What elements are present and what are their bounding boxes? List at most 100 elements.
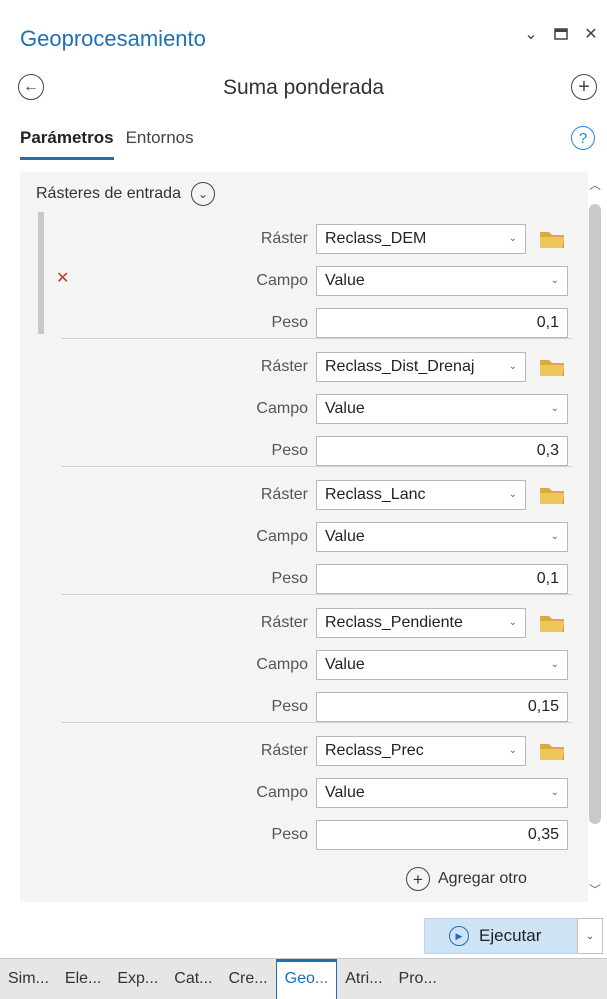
group-label: Rásteres de entrada <box>36 185 181 202</box>
raster-label: Ráster <box>260 358 308 375</box>
raster-dropdown[interactable]: Reclass_Pendiente ⌄ <box>316 608 526 638</box>
pane-title-bar: Geoprocesamiento ⌄ ✕ <box>0 0 607 70</box>
group-header[interactable]: Rásteres de entrada ⌄ <box>36 182 215 206</box>
chevron-down-icon: ⌄ <box>550 787 559 798</box>
add-other-button[interactable]: + Agregar otro <box>406 867 527 891</box>
chevron-down-icon: ⌄ <box>508 361 517 372</box>
add-other-label: Agregar otro <box>438 870 527 887</box>
folder-browse-icon[interactable] <box>538 612 566 634</box>
collapse-chevron-icon[interactable]: ⌄ <box>190 182 215 206</box>
raster-value: Reclass_DEM <box>325 230 427 247</box>
campo-dropdown[interactable]: Value ⌄ <box>316 522 568 552</box>
active-row-indicator <box>38 212 44 334</box>
peso-input[interactable]: 0,1 <box>316 564 568 594</box>
peso-label: Peso <box>271 314 308 331</box>
row-separator <box>62 466 572 467</box>
campo-value: Value <box>325 400 365 417</box>
raster-dropdown[interactable]: Reclass_DEM ⌄ <box>316 224 526 254</box>
campo-value: Value <box>325 272 365 289</box>
folder-browse-icon[interactable] <box>538 484 566 506</box>
bottom-tab[interactable]: Exp... <box>109 959 166 999</box>
maximize-icon[interactable] <box>553 26 569 42</box>
raster-value: Reclass_Lanc <box>325 486 426 503</box>
add-icon[interactable]: + <box>571 74 597 100</box>
chevron-down-icon: ⌄ <box>550 275 559 286</box>
peso-value: 0,1 <box>536 570 559 587</box>
row-separator <box>62 722 572 723</box>
scroll-down-icon[interactable]: ﹀ <box>589 881 601 898</box>
scroll-up-icon[interactable]: ︿ <box>589 176 601 193</box>
window-controls: ⌄ ✕ <box>523 26 599 43</box>
folder-browse-icon[interactable] <box>538 356 566 378</box>
campo-dropdown[interactable]: Value ⌄ <box>316 266 568 296</box>
run-options-dropdown[interactable]: ⌄ <box>577 918 603 954</box>
raster-dropdown[interactable]: Reclass_Lanc ⌄ <box>316 480 526 510</box>
raster-value: Reclass_Pendiente <box>325 614 463 631</box>
campo-label: Campo <box>256 784 308 801</box>
peso-label: Peso <box>271 442 308 459</box>
vertical-scrollbar[interactable]: ︿ ﹀ <box>589 172 601 902</box>
tab-parametros[interactable]: Parámetros <box>20 128 114 160</box>
campo-dropdown[interactable]: Value ⌄ <box>316 650 568 680</box>
peso-input[interactable]: 0,35 <box>316 820 568 850</box>
campo-dropdown[interactable]: Value ⌄ <box>316 778 568 808</box>
raster-dropdown[interactable]: Reclass_Prec ⌄ <box>316 736 526 766</box>
campo-label: Campo <box>256 528 308 545</box>
run-button[interactable]: ▶ Ejecutar <box>424 918 584 954</box>
campo-label: Campo <box>256 400 308 417</box>
campo-value: Value <box>325 784 365 801</box>
campo-label: Campo <box>256 272 308 289</box>
bottom-tab[interactable]: Ele... <box>57 959 109 999</box>
row-separator <box>62 594 572 595</box>
peso-input[interactable]: 0,3 <box>316 436 568 466</box>
folder-browse-icon[interactable] <box>538 740 566 762</box>
campo-value: Value <box>325 528 365 545</box>
campo-value: Value <box>325 656 365 673</box>
chevron-down-icon: ⌄ <box>508 617 517 628</box>
raster-label: Ráster <box>260 614 308 631</box>
bottom-tab[interactable]: Cat... <box>166 959 220 999</box>
close-icon[interactable]: ✕ <box>583 26 599 43</box>
chevron-down-icon: ⌄ <box>508 745 517 756</box>
raster-label: Ráster <box>260 742 308 759</box>
chevron-down-icon: ⌄ <box>550 531 559 542</box>
tool-header: ← Suma ponderada + <box>0 68 607 110</box>
bottom-pane-tabs: Sim... Ele... Exp... Cat... Cre... Geo... Atri… <box>0 958 607 999</box>
raster-dropdown[interactable]: Reclass_Dist_Drenaj ⌄ <box>316 352 526 382</box>
tab-entornos[interactable]: Entornos <box>126 128 194 160</box>
peso-input[interactable]: 0,1 <box>316 308 568 338</box>
bottom-tab[interactable]: Atri... <box>337 959 390 999</box>
folder-browse-icon[interactable] <box>538 228 566 250</box>
peso-label: Peso <box>271 826 308 843</box>
raster-label: Ráster <box>260 230 308 247</box>
play-icon: ▶ <box>449 926 469 946</box>
campo-dropdown[interactable]: Value ⌄ <box>316 394 568 424</box>
peso-label: Peso <box>271 698 308 715</box>
bottom-tab[interactable]: Geo... <box>275 959 338 999</box>
chevron-down-icon[interactable]: ⌄ <box>523 26 539 43</box>
raster-value: Reclass_Prec <box>325 742 424 759</box>
bottom-tab[interactable]: Pro... <box>391 959 445 999</box>
peso-value: 0,3 <box>536 442 559 459</box>
peso-value: 0,15 <box>527 698 559 715</box>
raster-value: Reclass_Dist_Drenaj <box>325 358 475 375</box>
pane-title: Geoprocesamiento <box>20 26 206 51</box>
bottom-tab[interactable]: Sim... <box>0 959 57 999</box>
tool-title: Suma ponderada <box>222 76 385 99</box>
bottom-tab[interactable]: Cre... <box>221 959 276 999</box>
row-separator <box>62 338 572 339</box>
chevron-down-icon: ⌄ <box>550 659 559 670</box>
campo-label: Campo <box>256 656 308 673</box>
scroll-thumb[interactable] <box>589 204 601 824</box>
peso-label: Peso <box>271 570 308 587</box>
plus-circle-icon: + <box>406 867 430 891</box>
chevron-down-icon: ⌄ <box>508 489 517 500</box>
peso-input[interactable]: 0,15 <box>316 692 568 722</box>
help-icon[interactable]: ? <box>571 126 595 150</box>
run-label: Ejecutar <box>479 926 542 945</box>
chevron-down-icon: ⌄ <box>550 403 559 414</box>
remove-row-icon[interactable]: ✕ <box>56 268 69 288</box>
tool-tabs: Parámetros Entornos <box>20 128 194 160</box>
chevron-down-icon: ⌄ <box>508 233 517 244</box>
peso-value: 0,1 <box>536 314 559 331</box>
